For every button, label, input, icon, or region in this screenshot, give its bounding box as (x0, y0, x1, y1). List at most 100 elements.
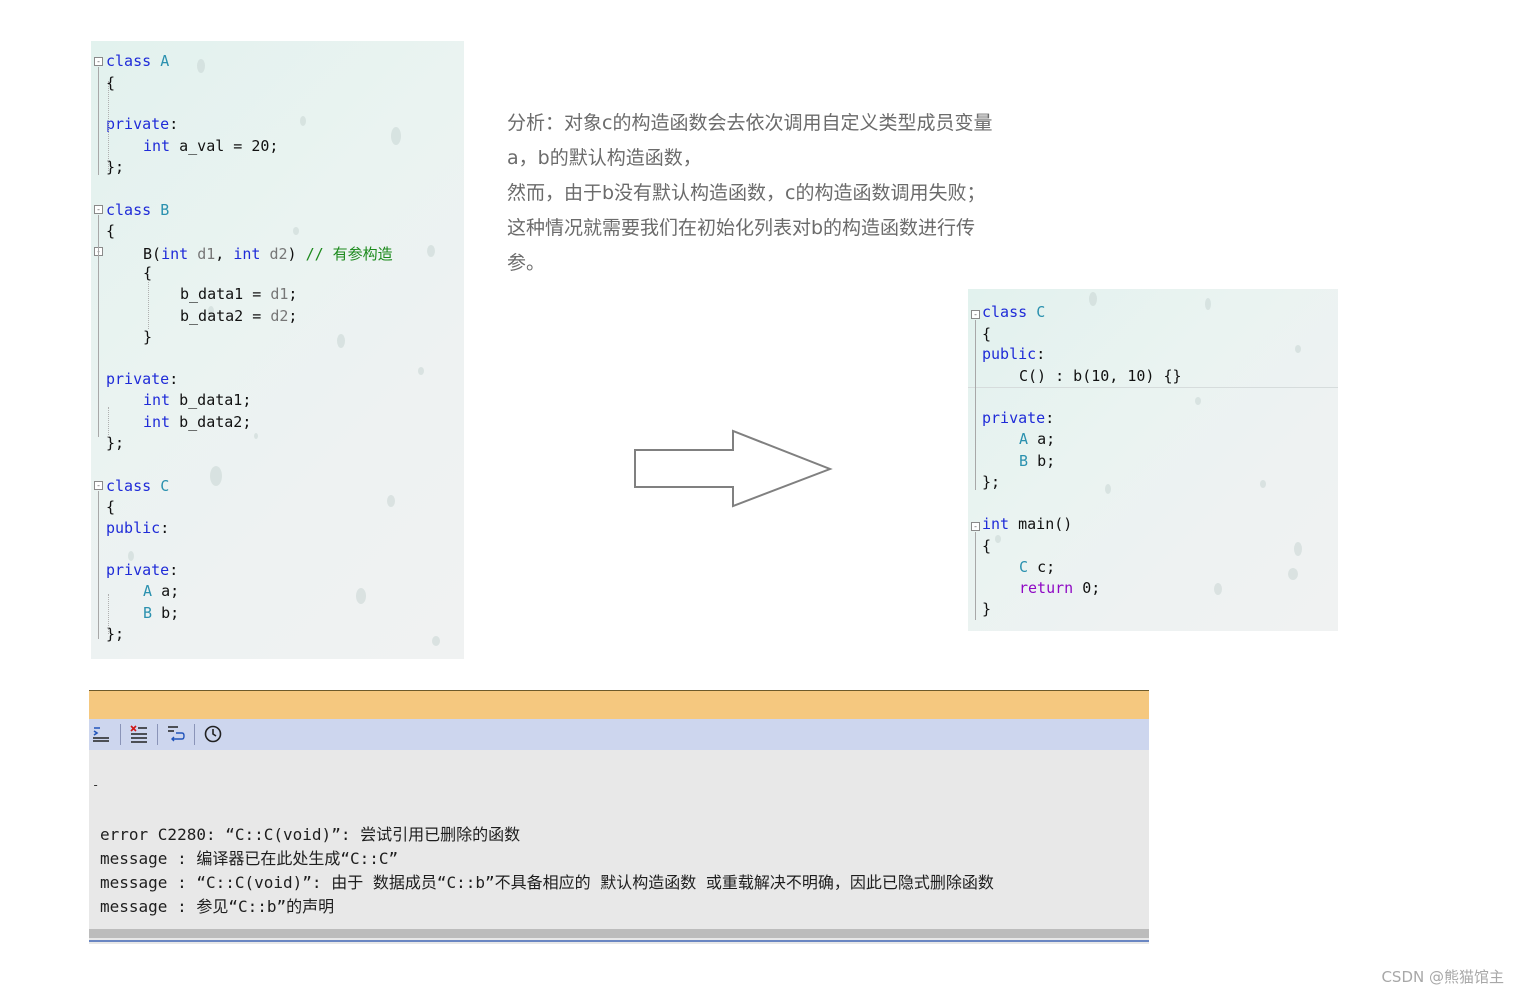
align-icon[interactable] (91, 724, 111, 744)
return-value: 0; (1082, 579, 1101, 597)
code-line: class B (106, 201, 169, 219)
fold-guide (98, 67, 99, 175)
code-line: B(int d1, int d2) // 有参构造 (143, 245, 393, 263)
member-name: b_data1 = (180, 285, 271, 303)
toolbar-separator (157, 724, 158, 745)
fold-guide (148, 274, 149, 329)
type-name: B (1019, 452, 1029, 470)
code-line: { (106, 498, 116, 516)
code-line: C() : b(10, 10) {} (1019, 367, 1182, 385)
keyword: int (982, 515, 1010, 533)
code-line: C c; (1019, 558, 1055, 576)
type-name: C (1019, 558, 1029, 576)
fold-guide (975, 532, 976, 620)
type-name: A (160, 52, 170, 70)
fold-toggle[interactable]: - (94, 57, 103, 66)
parameter: d1 (270, 285, 289, 303)
keyword: return (1019, 579, 1074, 597)
type-name: C (1036, 303, 1046, 321)
fold-toggle[interactable]: - (971, 310, 980, 319)
analysis-text: 分析：对象c的构造函数会去依次调用自定义类型成员变量 a，b的默认构造函数， 然… (507, 106, 1047, 281)
code-line: b_data2 = d2; (180, 307, 298, 325)
panel-bottom-border (89, 940, 1149, 942)
left-code-panel: class A{private: int a_val = 20;}; class B… (91, 41, 464, 659)
fold-toggle[interactable]: - (94, 205, 103, 214)
keyword: int (233, 245, 261, 263)
type-name: A (1019, 430, 1029, 448)
parameter: d2 (269, 245, 288, 263)
code-line: private: (106, 115, 179, 133)
keyword: private (106, 370, 170, 388)
code-line: A a; (1019, 430, 1055, 448)
code-line: int b_data1; (143, 391, 251, 409)
type-name: C (160, 477, 170, 495)
keyword: int (143, 137, 171, 155)
code-line: class C (106, 477, 169, 495)
clock-icon[interactable] (203, 724, 223, 744)
word-wrap-icon[interactable] (166, 724, 186, 744)
fold-toggle[interactable]: - (971, 522, 980, 531)
member-name: a_val = 20; (179, 137, 279, 155)
fold-guide (98, 491, 99, 639)
code-line: return 0; (1019, 579, 1100, 597)
panel-title-bar (89, 690, 1149, 720)
keyword: class (106, 201, 152, 219)
code-line: B b; (143, 604, 179, 622)
function-name: main() (1018, 515, 1073, 533)
member-name: b; (1037, 452, 1056, 470)
analysis-line: 这种情况就需要我们在初始化列表对b的构造函数进行传 (507, 217, 976, 239)
code-line: private: (982, 409, 1055, 427)
output-marker: - (92, 778, 100, 792)
right-code-panel: - - class C { public: C() : b(10, 10) {}… (968, 289, 1338, 631)
code-line: { (106, 222, 116, 240)
keyword: public (982, 345, 1037, 363)
keyword: private (106, 561, 170, 579)
fold-guide (108, 407, 109, 437)
code-line: { (982, 325, 992, 343)
fold-toggle[interactable]: - (94, 481, 103, 490)
member-name: a; (161, 582, 180, 600)
fold-guide (975, 320, 976, 490)
member-name: c; (1037, 558, 1056, 576)
keyword: int (143, 391, 171, 409)
fold-guide (98, 215, 99, 437)
keyword: public (106, 519, 161, 537)
toolbar-separator (194, 724, 195, 745)
parameter: d1 (197, 245, 216, 263)
code-line: }; (982, 473, 1001, 491)
keyword: class (982, 303, 1028, 321)
fold-guide (108, 594, 109, 634)
code-line: class A (106, 52, 169, 70)
type-name: B (160, 201, 170, 219)
member-name: b; (161, 604, 180, 622)
code-line: class C (982, 303, 1045, 321)
code-line: public: (106, 519, 170, 537)
code-line: int main() (982, 515, 1072, 533)
toolbar-separator (120, 724, 121, 745)
analysis-line: 分析：对象c的构造函数会去依次调用自定义类型成员变量 (507, 112, 993, 134)
message-line: message : 编译器已在此处生成“C::C” (100, 849, 399, 868)
code-line: int a_val = 20; (143, 137, 278, 155)
horizontal-scrollbar[interactable] (89, 929, 1149, 938)
comment: // 有参构造 (305, 245, 393, 263)
type-name: A (143, 582, 153, 600)
member-name: b_data2 = (180, 307, 271, 325)
right-arrow-icon (634, 429, 833, 508)
code-line: int b_data2; (143, 413, 251, 431)
code-line: private: (106, 370, 179, 388)
keyword: int (161, 245, 189, 263)
code-line: public: (982, 345, 1046, 363)
code-line: private: (106, 561, 179, 579)
code-line: B b; (1019, 452, 1055, 470)
fold-guide (108, 81, 109, 171)
message-line: message : 参见“C::b”的声明 (100, 897, 335, 916)
keyword: private (106, 115, 170, 133)
clear-all-icon[interactable] (129, 724, 149, 744)
keyword: int (143, 413, 171, 431)
type-name: B (143, 604, 153, 622)
code-line: b_data1 = d1; (180, 285, 298, 303)
keyword: private (982, 409, 1046, 427)
code-line: } (143, 328, 153, 346)
analysis-line: 然而，由于b没有默认构造函数，c的构造函数调用失败； (507, 182, 986, 204)
keyword: class (106, 52, 152, 70)
